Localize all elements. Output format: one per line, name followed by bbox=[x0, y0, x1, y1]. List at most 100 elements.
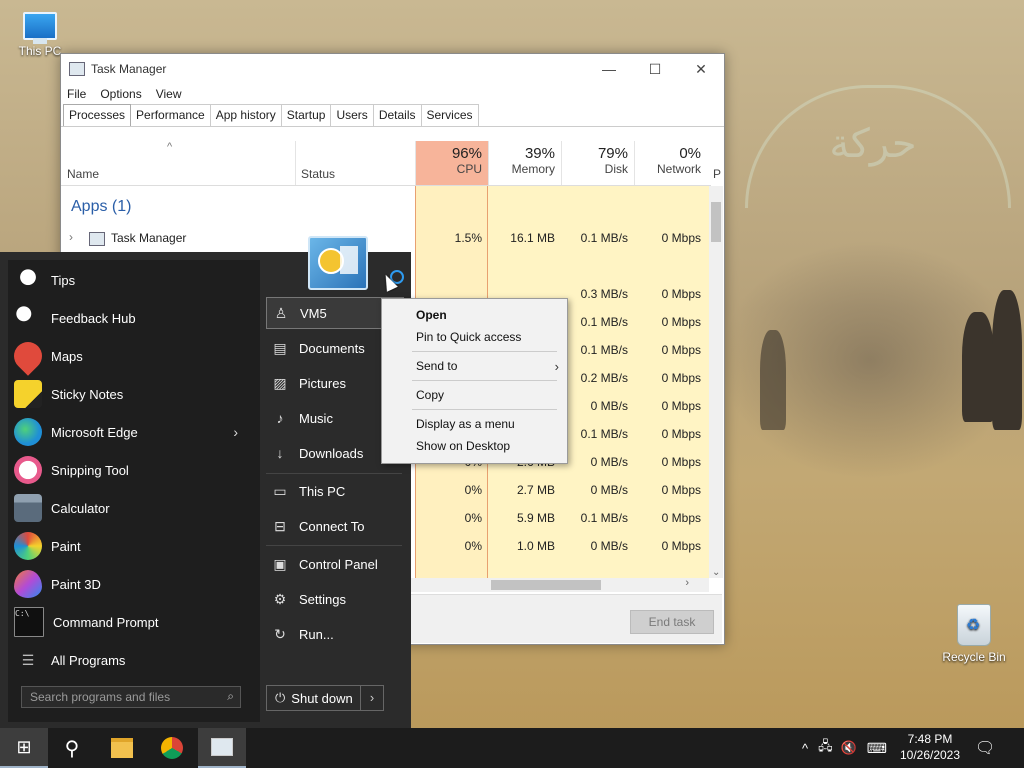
desktop-icon-this-pc[interactable]: This PC bbox=[4, 12, 76, 58]
cpu-label: CPU bbox=[456, 162, 482, 176]
network-icon[interactable]: 🖧 bbox=[818, 737, 833, 759]
tab-users[interactable]: Users bbox=[330, 104, 374, 126]
show-hidden-icons-chevron-icon[interactable]: ^ bbox=[802, 741, 808, 756]
app-command-prompt[interactable]: C:\ Command Prompt bbox=[8, 604, 252, 640]
window-title: Task Manager bbox=[91, 62, 167, 76]
ctx-copy[interactable]: Copy bbox=[416, 385, 444, 405]
tab-app-history[interactable]: App history bbox=[209, 104, 282, 126]
system-tray: ^ 🖧 🔇 ⌨ bbox=[802, 728, 887, 768]
scroll-down-icon[interactable]: ⌄ bbox=[712, 567, 720, 578]
menu-view[interactable]: View bbox=[156, 87, 182, 101]
app-tips[interactable]: Tips bbox=[8, 262, 252, 298]
expand-chevron-icon[interactable]: › bbox=[69, 230, 73, 244]
scroll-thumb[interactable] bbox=[491, 580, 601, 590]
place-label: Connect To bbox=[299, 518, 365, 534]
column-partial[interactable]: P bbox=[713, 167, 721, 181]
tab-performance[interactable]: Performance bbox=[130, 104, 211, 126]
keyboard-icon[interactable]: ⌨ bbox=[867, 740, 887, 757]
separator bbox=[412, 351, 557, 352]
place-connect-to[interactable]: ⊟ Connect To bbox=[266, 511, 402, 541]
shutdown-button[interactable]: ⏻ Shut down › bbox=[266, 685, 384, 711]
notifications-button[interactable]: 🗨 bbox=[975, 728, 995, 768]
vertical-scrollbar[interactable]: ⌄ bbox=[709, 186, 723, 578]
volume-muted-icon[interactable]: 🔇 bbox=[841, 740, 857, 756]
tab-details[interactable]: Details bbox=[372, 104, 422, 126]
column-network[interactable]: 0% Network bbox=[634, 141, 707, 185]
tab-startup[interactable]: Startup bbox=[280, 104, 332, 126]
place-settings[interactable]: ⚙ Settings bbox=[266, 584, 402, 614]
app-snipping-tool[interactable]: Snipping Tool bbox=[8, 452, 252, 488]
search-input[interactable]: Search programs and files ⌕ bbox=[21, 686, 241, 708]
shutdown-label: Shut down bbox=[291, 690, 353, 706]
chrome-icon bbox=[161, 737, 183, 759]
app-paint[interactable]: Paint bbox=[8, 528, 252, 564]
run-icon: ↻ bbox=[274, 625, 286, 642]
cpu-value: 0% bbox=[464, 539, 482, 553]
place-this-pc[interactable]: ▭ This PC bbox=[266, 476, 402, 506]
column-memory[interactable]: 39% Memory bbox=[488, 141, 561, 185]
place-control-panel[interactable]: ▣ Control Panel bbox=[266, 549, 402, 579]
start-button[interactable]: ⊞ bbox=[0, 728, 48, 768]
app-label: Snipping Tool bbox=[51, 462, 129, 478]
apps-group-header[interactable]: Apps (1) bbox=[71, 198, 131, 216]
scroll-thumb[interactable] bbox=[711, 202, 721, 242]
ctx-open[interactable]: Open bbox=[416, 305, 447, 325]
context-menu: Open Pin to Quick access Send to › Copy … bbox=[381, 298, 568, 464]
control-panel-icon: ▣ bbox=[273, 555, 287, 572]
tab-services[interactable]: Services bbox=[420, 104, 479, 126]
column-status[interactable]: Status bbox=[301, 167, 335, 181]
feedback-icon bbox=[14, 304, 42, 332]
ctx-show-on-desktop[interactable]: Show on Desktop bbox=[416, 436, 510, 456]
file-explorer-button[interactable] bbox=[98, 728, 146, 768]
disk-value: 0.1 MB/s bbox=[580, 511, 628, 525]
column-disk[interactable]: 79% Disk bbox=[561, 141, 634, 185]
user-picture[interactable] bbox=[308, 236, 368, 290]
app-microsoft-edge[interactable]: Microsoft Edge › bbox=[8, 414, 252, 450]
tab-processes[interactable]: Processes bbox=[63, 104, 132, 126]
search-icon: ⚲ bbox=[64, 737, 80, 760]
column-divider bbox=[295, 141, 296, 185]
column-header-row: ^ Name Status 96% CPU 39% Memory 79% Dis… bbox=[61, 141, 721, 186]
terminal-icon: C:\ bbox=[14, 607, 44, 637]
folder-icon bbox=[111, 738, 133, 758]
end-task-button[interactable]: End task bbox=[630, 610, 714, 634]
picture-icon: ▨ bbox=[273, 374, 287, 391]
network-percent: 0% bbox=[679, 145, 701, 162]
table-row[interactable]: › Task Manager 1.5% 16.1 MB 0.1 MB/s 0 M… bbox=[61, 224, 709, 252]
download-icon: ↓ bbox=[276, 445, 284, 461]
menu-options[interactable]: Options bbox=[100, 87, 141, 101]
app-paint-3d[interactable]: Paint 3D bbox=[8, 566, 252, 602]
disk-value: 0.1 MB/s bbox=[580, 343, 628, 357]
submenu-chevron-icon[interactable]: › bbox=[233, 424, 238, 440]
shutdown-options-chevron-icon[interactable]: › bbox=[360, 686, 383, 710]
app-calculator[interactable]: Calculator bbox=[8, 490, 252, 526]
minimize-button[interactable]: — bbox=[586, 54, 632, 84]
menu-file[interactable]: File bbox=[67, 87, 86, 101]
place-label: Settings bbox=[299, 591, 346, 607]
power-icon: ⏻ bbox=[275, 690, 286, 705]
place-run[interactable]: ↻ Run... bbox=[266, 619, 402, 649]
disk-value: 0 MB/s bbox=[590, 455, 628, 469]
chrome-button[interactable] bbox=[148, 728, 196, 768]
ctx-pin-quick-access[interactable]: Pin to Quick access bbox=[416, 327, 521, 347]
disk-percent: 79% bbox=[597, 145, 628, 162]
task-manager-taskbar-button[interactable] bbox=[198, 728, 246, 768]
column-name[interactable]: Name bbox=[67, 167, 99, 181]
network-value: 0 Mbps bbox=[661, 399, 701, 413]
clock[interactable]: 7:48 PM 10/26/2023 bbox=[890, 731, 970, 763]
search-button[interactable]: ⚲ bbox=[48, 728, 96, 768]
ctx-display-as-menu[interactable]: Display as a menu bbox=[416, 414, 515, 434]
maximize-button[interactable]: ☐ bbox=[632, 54, 678, 84]
app-feedback-hub[interactable]: Feedback Hub bbox=[8, 300, 252, 336]
close-button[interactable]: ✕ bbox=[678, 54, 724, 84]
desktop-icon-recycle-bin[interactable]: ♻ Recycle Bin bbox=[938, 604, 1010, 664]
separator bbox=[412, 380, 557, 381]
scroll-right-icon[interactable]: › bbox=[685, 577, 689, 589]
disk-value: 0 MB/s bbox=[590, 483, 628, 497]
app-maps[interactable]: Maps bbox=[8, 336, 252, 376]
app-sticky-notes[interactable]: Sticky Notes bbox=[8, 376, 252, 412]
ctx-send-to[interactable]: Send to bbox=[416, 356, 457, 376]
cpu-value: 0% bbox=[464, 511, 482, 525]
all-programs[interactable]: ☰ All Programs bbox=[8, 642, 252, 678]
column-cpu[interactable]: 96% CPU bbox=[415, 141, 488, 185]
